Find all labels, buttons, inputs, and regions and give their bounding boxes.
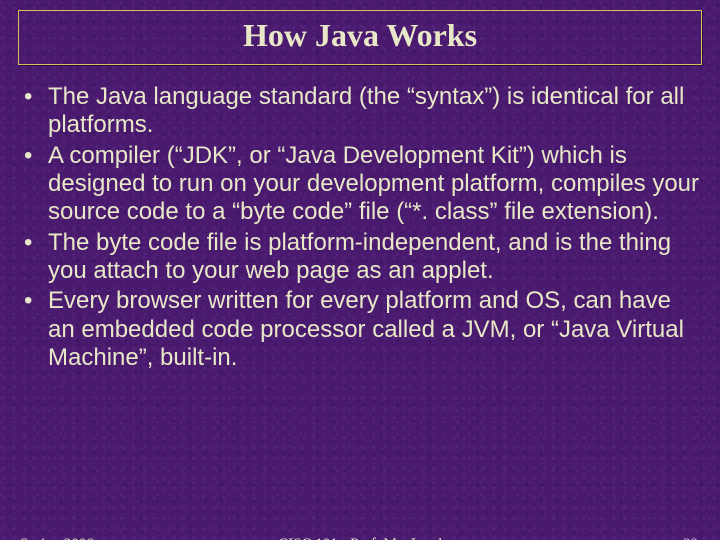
bullet-dot: • bbox=[24, 142, 48, 227]
bullet-item: • Every browser written for every platfo… bbox=[24, 287, 700, 372]
slide-title: How Java Works bbox=[243, 17, 477, 53]
slide-content: • The Java language standard (the “synta… bbox=[24, 83, 700, 372]
bullet-item: • The Java language standard (the “synta… bbox=[24, 83, 700, 140]
bullet-item: • The byte code file is platform-indepen… bbox=[24, 229, 700, 286]
bullet-text: A compiler (“JDK”, or “Java Development … bbox=[48, 142, 700, 227]
bullet-text: The byte code file is platform-independe… bbox=[48, 229, 700, 286]
bullet-dot: • bbox=[24, 83, 48, 140]
bullet-text: Every browser written for every platform… bbox=[48, 287, 700, 372]
footer-center: CISC 101 - Prof. Mc. Leod bbox=[0, 536, 720, 540]
bullet-text: The Java language standard (the “syntax”… bbox=[48, 83, 700, 140]
footer-page-number: 33 bbox=[683, 536, 698, 540]
bullet-dot: • bbox=[24, 229, 48, 286]
title-box: How Java Works bbox=[18, 10, 702, 65]
bullet-item: • A compiler (“JDK”, or “Java Developmen… bbox=[24, 142, 700, 227]
bullet-dot: • bbox=[24, 287, 48, 372]
